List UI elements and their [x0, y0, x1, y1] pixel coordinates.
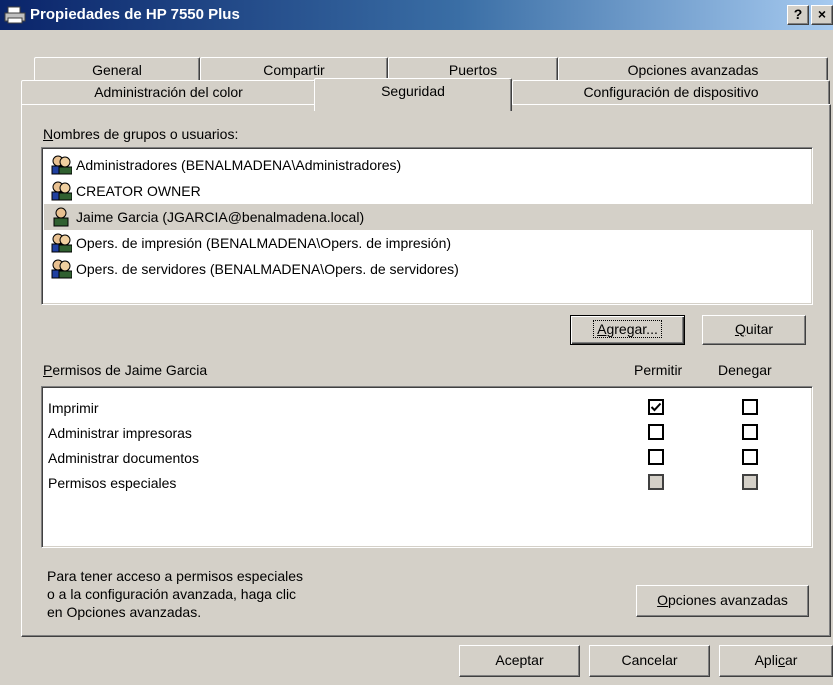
group-icon [51, 181, 72, 201]
window-title: Propiedades de HP 7550 Plus [30, 6, 240, 23]
info-text: Para tener acceso a permisos especiales … [47, 568, 304, 620]
permission-row: Administrar documentos [48, 445, 199, 470]
allow-checkbox-permisos-especiales [648, 474, 664, 490]
group-icon [51, 233, 72, 253]
security-panel: Nombres de grupos o usuarios: Administra… [21, 104, 831, 637]
deny-checkbox-imprimir[interactable] [742, 399, 758, 415]
permission-row: Permisos especiales [48, 470, 176, 495]
allow-checkbox-administrar-documentos[interactable] [648, 449, 664, 465]
tab-seguridad[interactable]: Seguridad [314, 78, 512, 111]
deny-checkbox-permisos-especiales [742, 474, 758, 490]
permission-name: Administrar documentos [48, 449, 199, 466]
user-name: Opers. de servidores (BENALMADENA\Opers.… [76, 261, 459, 277]
advanced-options-button[interactable]: Opciones avanzadas [636, 585, 809, 617]
user-icon [53, 207, 69, 227]
users-list[interactable]: Administradores (BENALMADENA\Administrad… [41, 147, 814, 305]
tab-configuracion-dispositivo[interactable]: Configuración de dispositivo [512, 80, 830, 104]
list-item[interactable]: Administradores (BENALMADENA\Administrad… [44, 152, 814, 178]
allow-header: Permitir [634, 362, 683, 378]
add-button[interactable]: Agregar... [570, 315, 685, 345]
permission-name: Administrar impresoras [48, 424, 192, 441]
title-bar[interactable]: Propiedades de HP 7550 Plus ? × [0, 0, 833, 30]
allow-checkbox-administrar-impresoras[interactable] [648, 424, 664, 440]
list-item-selected[interactable]: Jaime Garcia (JGARCIA@benalmadena.local) [44, 204, 814, 230]
list-item[interactable]: Opers. de impresión (BENALMADENA\Opers. … [44, 230, 814, 256]
deny-checkbox-administrar-documentos[interactable] [742, 449, 758, 465]
deny-checkbox-administrar-impresoras[interactable] [742, 424, 758, 440]
user-name: CREATOR OWNER [76, 183, 201, 199]
permission-name: Imprimir [48, 399, 99, 416]
remove-button[interactable]: Quitar [702, 315, 806, 345]
list-item[interactable]: Opers. de servidores (BENALMADENA\Opers.… [44, 256, 814, 282]
permission-name: Permisos especiales [48, 474, 177, 491]
users-label: Nombres de grupos o usuarios: [43, 126, 239, 142]
cancel-button[interactable]: Cancelar [589, 645, 710, 677]
deny-header: Denegar [718, 362, 772, 378]
checkmark-icon [650, 402, 662, 412]
user-name: Opers. de impresión (BENALMADENA\Opers. … [76, 235, 452, 251]
allow-checkbox-imprimir[interactable] [648, 399, 664, 415]
user-name: Jaime Garcia (JGARCIA@benalmadena.local) [76, 209, 365, 225]
permissions-label: Permisos de Jaime Garcia [43, 362, 208, 378]
tab-administracion-color[interactable]: Administración del color [21, 80, 316, 104]
user-name: Administradores (BENALMADENA\Administrad… [76, 157, 402, 173]
group-icon [51, 155, 72, 175]
permission-row: Administrar impresoras [48, 420, 192, 445]
apply-button[interactable]: Aplicar [719, 645, 833, 677]
group-icon [51, 259, 72, 279]
ok-button[interactable]: Aceptar [459, 645, 580, 677]
printer-icon [4, 6, 26, 24]
list-item[interactable]: CREATOR OWNER [44, 178, 814, 204]
close-button[interactable]: × [811, 5, 833, 25]
help-button[interactable]: ? [787, 5, 809, 25]
permission-row: Imprimir [48, 395, 99, 420]
permissions-list[interactable]: Imprimir Administrar impresoras Administ… [41, 386, 813, 548]
